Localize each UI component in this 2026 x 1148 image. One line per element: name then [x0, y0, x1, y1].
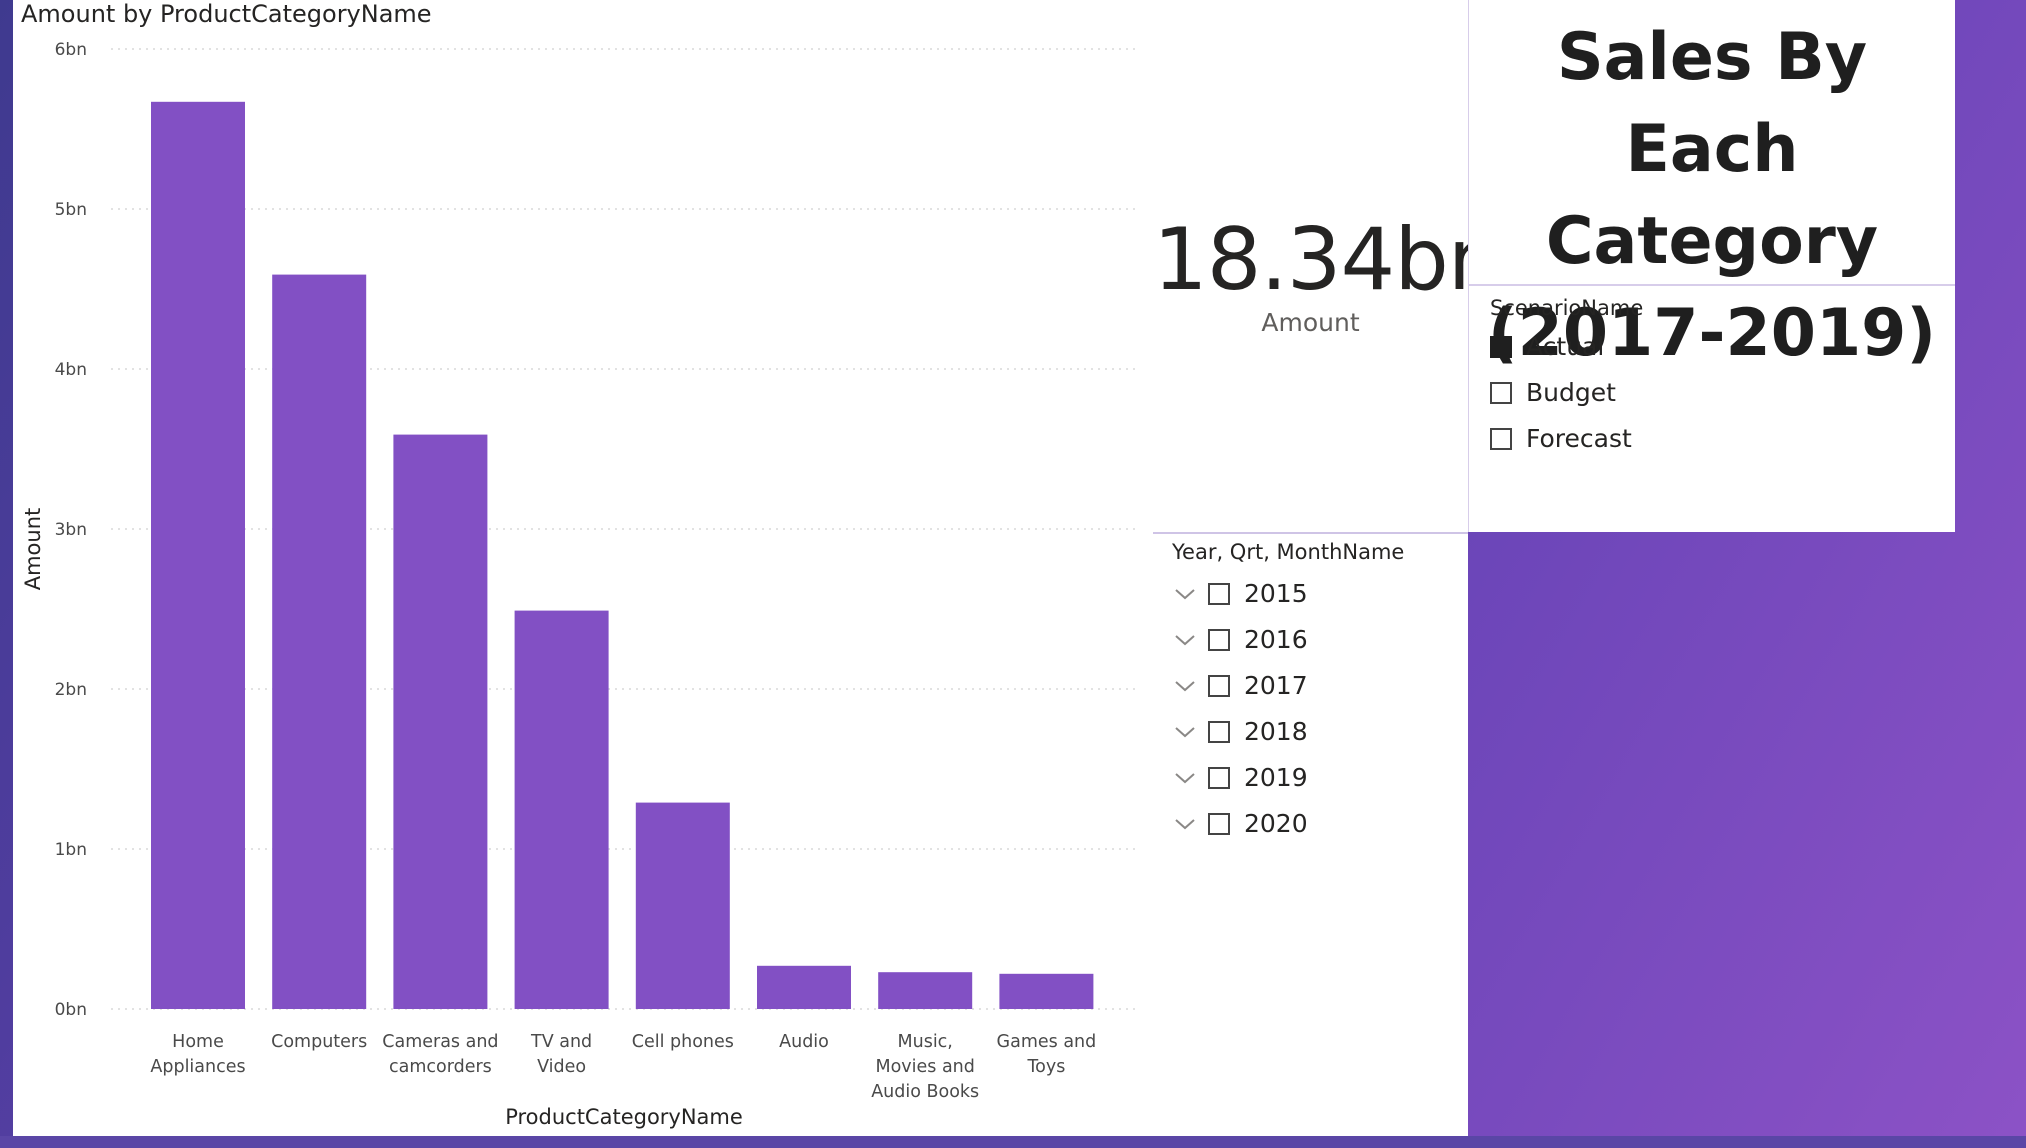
bar-4	[635, 802, 730, 1009]
bar-0	[151, 101, 245, 1010]
scenario-slicer-header: ScenarioName	[1490, 296, 1644, 320]
bar-1	[272, 274, 367, 1010]
x-axis-title: ProductCategoryName	[505, 1105, 743, 1129]
x-tick-label: Computers	[271, 1032, 367, 1052]
year-label: 2017	[1244, 671, 1308, 700]
x-tick-label: Video	[537, 1057, 586, 1077]
year-slicer-header: Year, Qrt, MonthName	[1172, 540, 1405, 564]
chevron-down-icon[interactable]	[1172, 811, 1198, 837]
checkbox-icon[interactable]	[1208, 674, 1230, 697]
bar-chart-visual[interactable]: Amount by ProductCategoryName 0bn 1bn 2bn 3…	[13, 0, 1168, 1136]
x-tick-label: Appliances	[150, 1057, 245, 1077]
card-label: Amount	[1261, 308, 1360, 337]
x-tick-label: Cell phones	[632, 1032, 734, 1052]
divider	[1469, 284, 1955, 286]
year-label: 2016	[1244, 625, 1308, 654]
chevron-down-icon[interactable]	[1172, 719, 1198, 745]
checkbox-icon[interactable]	[1208, 766, 1230, 789]
report-title-line-2: Category	[1545, 204, 1879, 279]
chevron-down-icon[interactable]	[1172, 581, 1198, 607]
checkbox-icon[interactable]	[1208, 628, 1230, 651]
year-label: 2018	[1244, 717, 1308, 746]
y-tick-label: 1bn	[55, 840, 87, 860]
bar-7	[999, 973, 1094, 1009]
title-and-scenario-panel: Sales By Each Category (2017-2019) Scena…	[1468, 0, 1955, 532]
x-tick-label: TV and	[530, 1032, 592, 1052]
bar-2	[393, 434, 488, 1010]
year-label: 2015	[1244, 579, 1308, 608]
checkbox-icon[interactable]	[1208, 720, 1230, 743]
checkbox-icon[interactable]	[1490, 427, 1512, 450]
x-tick-label: Music,	[898, 1032, 953, 1052]
checkbox-icon[interactable]	[1208, 582, 1230, 605]
year-item-2015[interactable]: 2015	[1172, 579, 1308, 608]
year-item-2017[interactable]: 2017	[1172, 671, 1308, 700]
y-tick-label: 5bn	[55, 200, 87, 220]
y-tick-label: 0bn	[55, 1000, 87, 1020]
year-item-2018[interactable]: 2018	[1172, 717, 1308, 746]
x-tick-label: camcorders	[389, 1057, 492, 1077]
checkbox-icon[interactable]	[1490, 381, 1512, 404]
x-tick-label: Cameras and	[382, 1032, 498, 1052]
chevron-down-icon[interactable]	[1172, 627, 1198, 653]
year-item-2016[interactable]: 2016	[1172, 625, 1308, 654]
y-tick-label: 3bn	[55, 520, 87, 540]
year-label: 2020	[1244, 809, 1308, 838]
scenario-option-actual[interactable]: Actual	[1490, 332, 1604, 361]
scenario-option-forecast[interactable]: Forecast	[1490, 424, 1632, 453]
y-tick-label: 6bn	[55, 40, 87, 60]
x-tick-label: Games and	[997, 1032, 1097, 1052]
x-tick-label: Audio Books	[871, 1082, 979, 1102]
bar-5	[757, 965, 851, 1009]
bar-6	[878, 972, 973, 1009]
scenario-option-label: Actual	[1526, 332, 1605, 361]
checkbox-checked-icon[interactable]	[1490, 335, 1512, 358]
x-tick-label: Movies and	[875, 1057, 974, 1077]
year-item-2020[interactable]: 2020	[1172, 809, 1308, 838]
x-tick-label: Toys	[1026, 1057, 1065, 1077]
card-value: 18.34bn	[1153, 210, 1502, 310]
x-tick-label: Home	[172, 1032, 224, 1052]
amount-card[interactable]: 18.34bn Amount	[1153, 0, 1502, 532]
scenario-option-budget[interactable]: Budget	[1490, 378, 1616, 407]
x-tick-label: Audio	[779, 1032, 829, 1052]
checkbox-icon[interactable]	[1208, 812, 1230, 835]
y-tick-label: 4bn	[55, 360, 87, 380]
y-axis-title: Amount	[21, 508, 45, 591]
canvas-bottom-edge	[0, 1136, 2026, 1148]
bar-chart-svg: 0bn 1bn 2bn 3bn 4bn 5bn 6bn Amount Home Appliance…	[21, 40, 1135, 1129]
bar-3	[514, 610, 609, 1009]
year-item-2019[interactable]: 2019	[1172, 763, 1308, 792]
y-tick-label: 2bn	[55, 680, 87, 700]
report-title: Sales By Each Category (2017-2019)	[1469, 12, 1955, 380]
chevron-down-icon[interactable]	[1172, 673, 1198, 699]
scenario-option-label: Forecast	[1526, 424, 1632, 453]
chevron-down-icon[interactable]	[1172, 765, 1198, 791]
year-label: 2019	[1244, 763, 1308, 792]
report-title-line-1: Sales By Each	[1556, 20, 1868, 187]
scenario-option-label: Budget	[1526, 378, 1616, 407]
